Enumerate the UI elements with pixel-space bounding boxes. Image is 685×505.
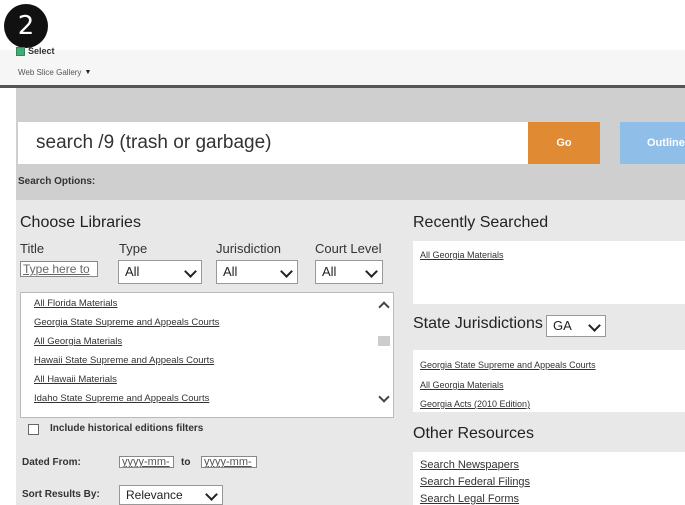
court-level-select[interactable]: All <box>315 260 383 284</box>
court-level-select-value: All <box>322 264 337 279</box>
other-list: Search Newspapers Search Federal Filings… <box>413 452 685 505</box>
state-select-value: GA <box>553 318 572 333</box>
state-item[interactable]: Georgia Acts (2010 Edition) <box>420 399 530 409</box>
other-resources-title: Other Resources <box>413 425 534 442</box>
type-select[interactable]: All <box>118 260 202 284</box>
other-item[interactable]: Search Newspapers <box>420 459 519 471</box>
chevron-down-icon <box>588 319 601 332</box>
date-from-input[interactable]: yyyy-mm- <box>119 456 174 468</box>
column-title: Title <box>20 241 45 256</box>
historical-checkbox[interactable] <box>28 424 39 435</box>
chevron-down-icon <box>205 488 218 501</box>
select-icon <box>16 46 25 56</box>
title-filter-input[interactable]: Type here to <box>20 261 98 277</box>
state-item[interactable]: All Georgia Materials <box>420 380 504 390</box>
search-options-label: Search Options: <box>18 176 96 187</box>
web-slice-gallery-button[interactable]: Web Slice Gallery ▼ <box>18 68 91 77</box>
jurisdiction-select-value: All <box>223 264 238 279</box>
chevron-down-icon <box>365 265 378 278</box>
web-slice-gallery-label: Web Slice Gallery <box>18 68 82 77</box>
sort-select-value: Relevance <box>126 488 183 502</box>
recent-item[interactable]: All Georgia Materials <box>420 250 504 260</box>
library-item[interactable]: Georgia State Supreme and Appeals Courts <box>34 317 219 328</box>
column-type: Type <box>119 241 148 256</box>
scroll-down-icon[interactable] <box>378 391 390 403</box>
step-badge: 2 <box>4 4 48 48</box>
search-input[interactable]: search /9 (trash or garbage) <box>18 122 528 164</box>
library-item[interactable]: Idaho State Supreme and Appeals Courts <box>34 393 209 404</box>
type-select-value: All <box>125 264 140 279</box>
historical-label: Include historical editions filters <box>50 423 204 434</box>
jurisdiction-select[interactable]: All <box>216 260 298 284</box>
library-list[interactable]: All Florida Materials Georgia State Supr… <box>20 292 394 418</box>
scroll-up-icon[interactable] <box>378 301 390 313</box>
caret-down-icon: ▼ <box>84 69 92 76</box>
outline-button[interactable]: Outline <box>620 122 685 164</box>
recent-list: All Georgia Materials <box>413 241 685 304</box>
recently-searched-title: Recently Searched <box>413 214 549 231</box>
scrollbar-thumb[interactable] <box>378 336 390 346</box>
select-button[interactable]: Select <box>16 46 55 56</box>
date-to-label: to <box>181 457 191 468</box>
state-select[interactable]: GA <box>546 315 606 337</box>
other-item[interactable]: Search Legal Forms <box>420 493 519 505</box>
library-item[interactable]: Hawaii State Supreme and Appeals Courts <box>34 355 214 366</box>
column-court-level: Court Level <box>315 241 382 256</box>
sort-select[interactable]: Relevance <box>119 485 223 505</box>
chevron-down-icon <box>184 265 197 278</box>
other-item[interactable]: Search Federal Filings <box>420 476 530 488</box>
choose-libraries-title: Choose Libraries <box>20 214 141 231</box>
sort-label: Sort Results By: <box>22 489 100 500</box>
library-item[interactable]: All Hawaii Materials <box>34 374 117 385</box>
column-jurisdiction: Jurisdiction <box>216 241 282 256</box>
dated-from-label: Dated From: <box>22 457 81 468</box>
favorites-bar <box>0 50 685 88</box>
state-list: Georgia State Supreme and Appeals Courts… <box>413 350 685 412</box>
select-label: Select <box>28 46 55 56</box>
library-item[interactable]: All Florida Materials <box>34 298 117 309</box>
state-jurisdictions-title: State Jurisdictions <box>413 315 543 332</box>
date-to-input[interactable]: yyyy-mm- <box>201 456 257 468</box>
chevron-down-icon <box>280 265 293 278</box>
library-item[interactable]: All Georgia Materials <box>34 336 122 347</box>
go-button[interactable]: Go <box>528 122 600 164</box>
state-item[interactable]: Georgia State Supreme and Appeals Courts <box>420 360 596 370</box>
